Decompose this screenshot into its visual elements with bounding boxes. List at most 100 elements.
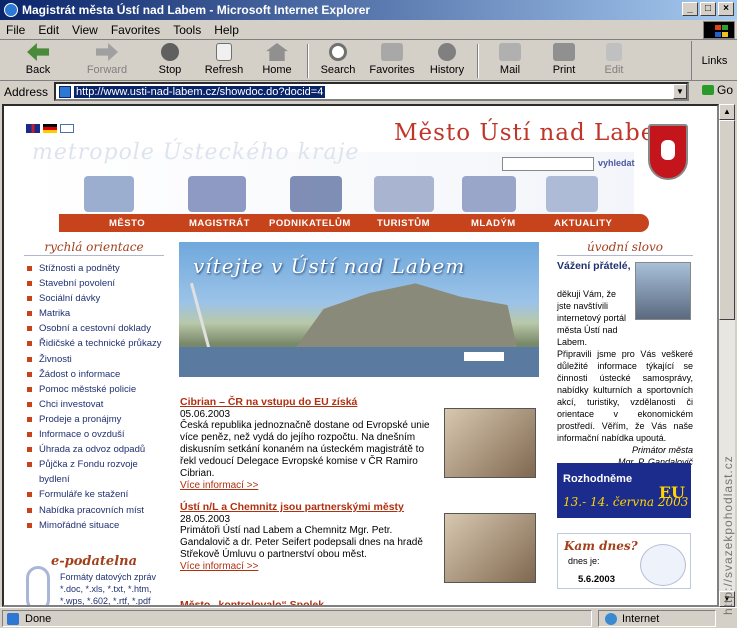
- news-photo[interactable]: [444, 513, 536, 583]
- nav-magistrat[interactable]: MAGISTRÁT: [189, 218, 250, 229]
- news-text: Česká republika jednoznačně dostane od E…: [180, 420, 430, 479]
- address-input[interactable]: http://www.usti-nad-labem.cz/showdoc.do?…: [54, 82, 689, 101]
- site-header: metropole Ústeckého kraje Město Ústí nad…: [24, 114, 694, 232]
- boat-image: [464, 352, 504, 361]
- quick-link[interactable]: Stavební povolení: [24, 276, 164, 291]
- mayor-portrait: [635, 262, 691, 320]
- quick-link[interactable]: Stížnosti a podněty: [24, 261, 164, 276]
- scroll-thumb[interactable]: [719, 120, 735, 320]
- mail-button[interactable]: Mail: [482, 41, 538, 80]
- quick-link[interactable]: Sociální dávky: [24, 291, 164, 306]
- nav-mesto[interactable]: MĚSTO: [109, 218, 145, 229]
- english-flag-icon[interactable]: [26, 124, 40, 133]
- search-button[interactable]: Search: [312, 41, 364, 80]
- news-title[interactable]: Cibrian – ČR na vstupu do EU získá: [180, 396, 536, 408]
- german-flag-icon[interactable]: [43, 124, 57, 133]
- refresh-button[interactable]: Refresh: [198, 41, 250, 80]
- quick-link[interactable]: Prodeje a pronájmy: [24, 412, 164, 427]
- back-button[interactable]: Back: [4, 41, 72, 80]
- page-status-icon: [7, 612, 19, 625]
- paperclip-icon: [26, 566, 50, 605]
- site-title: Město Ústí nad Labem: [394, 120, 679, 146]
- address-url[interactable]: http://www.usti-nad-labem.cz/showdoc.do?…: [74, 85, 326, 98]
- quick-link[interactable]: Chci investovat: [24, 397, 164, 412]
- site-search-button[interactable]: vyhledat: [598, 158, 635, 168]
- news-photo[interactable]: [444, 408, 536, 478]
- edit-button[interactable]: Edit: [590, 41, 638, 80]
- printer-icon: [553, 43, 575, 61]
- menu-tools[interactable]: Tools: [173, 23, 201, 37]
- banner-title: vítejte v Ústí nad Labem: [193, 254, 466, 278]
- news-more-link[interactable]: Více informací >>: [180, 480, 536, 491]
- favorites-button[interactable]: Favorites: [364, 41, 420, 80]
- status-text: Done: [25, 612, 52, 625]
- home-button[interactable]: Home: [250, 41, 304, 80]
- address-dropdown-button[interactable]: ▼: [673, 84, 687, 99]
- eu-stars-logo: EU: [658, 483, 685, 502]
- welcome-title: úvodní slovo: [557, 240, 693, 256]
- scroll-up-button[interactable]: ▲: [719, 104, 735, 120]
- site-search-input[interactable]: [502, 157, 594, 171]
- go-button[interactable]: Go: [701, 83, 733, 97]
- city-coat-of-arms-icon: [648, 124, 688, 180]
- mayor-title: Primátor města: [631, 445, 693, 455]
- windows-logo-icon: [703, 21, 735, 39]
- briefcase-illustration-icon: [290, 176, 342, 212]
- stop-button[interactable]: Stop: [142, 41, 198, 80]
- forward-button[interactable]: Forward: [72, 41, 142, 80]
- e-podatelna-title[interactable]: e-podatelna: [24, 554, 164, 569]
- page-viewport[interactable]: metropole Ústeckého kraje Město Ústí nad…: [2, 104, 719, 607]
- menu-bar: File Edit View Favorites Tools Help: [0, 20, 737, 40]
- menu-edit[interactable]: Edit: [38, 23, 59, 37]
- quick-link[interactable]: Živnosti: [24, 352, 164, 367]
- camera-illustration-icon: [374, 176, 434, 212]
- welcome-banner: vítejte v Ústí nad Labem: [179, 242, 539, 377]
- quick-link[interactable]: Formuláře ke stažení: [24, 487, 164, 502]
- home-icon: [266, 43, 288, 61]
- minimize-button[interactable]: _: [682, 2, 698, 16]
- close-button[interactable]: ×: [718, 2, 734, 16]
- globe-icon: [640, 544, 686, 586]
- quick-link[interactable]: Žádost o informace: [24, 367, 164, 382]
- quick-link[interactable]: Osobní a cestovní doklady: [24, 321, 164, 336]
- kam-dnes-box[interactable]: Kam dnes? dnes je: 5.6.2003: [557, 533, 691, 589]
- links-toolbar[interactable]: Links: [691, 41, 737, 81]
- quick-link[interactable]: Půjčka z Fondu rozvoje bydlení: [24, 457, 164, 487]
- quick-link[interactable]: Informace o ovzduší: [24, 427, 164, 442]
- e-podatelna: e-podatelna Formáty datových zpráv *.doc…: [24, 554, 164, 605]
- quick-link[interactable]: Nabídka pracovních míst: [24, 503, 164, 518]
- window-titlebar: Magistrát města Ústí nad Labem - Microso…: [0, 0, 737, 20]
- news-title[interactable]: Město „kontrolovalo“ Spolek: [180, 599, 324, 605]
- quick-link[interactable]: Matrika: [24, 306, 164, 321]
- edit-icon: [606, 43, 622, 61]
- menu-help[interactable]: Help: [214, 23, 239, 37]
- back-arrow-icon: [27, 43, 49, 61]
- site-navigation: MĚSTO MAGISTRÁT PODNIKATELŮM TURISTŮM ML…: [59, 214, 649, 232]
- quick-link[interactable]: Mimořádné situace: [24, 518, 164, 533]
- stop-icon: [161, 43, 179, 61]
- news-illustration-icon: [546, 176, 598, 212]
- history-button[interactable]: History: [420, 41, 474, 80]
- page-icon: [59, 85, 71, 98]
- menu-favorites[interactable]: Favorites: [111, 23, 160, 37]
- quick-link[interactable]: Pomoc městské policie: [24, 382, 164, 397]
- favorites-folder-icon: [381, 43, 403, 61]
- nav-mladym[interactable]: MLADÝM: [471, 218, 516, 229]
- nav-aktuality[interactable]: AKTUALITY: [554, 218, 612, 229]
- toolbar-separator: [477, 44, 479, 78]
- menu-file[interactable]: File: [6, 23, 25, 37]
- bridge-illustration-icon: [84, 176, 134, 212]
- home-link-icon[interactable]: [60, 124, 74, 133]
- news-item: Cibrian – ČR na vstupu do EU získá 05.06…: [180, 396, 536, 491]
- nav-podnikatelum[interactable]: PODNIKATELŮM: [269, 218, 351, 229]
- maximize-button[interactable]: □: [700, 2, 716, 16]
- print-button[interactable]: Print: [538, 41, 590, 80]
- quick-link[interactable]: Úhrada za odvoz odpadů: [24, 442, 164, 457]
- window-title: Magistrát města Ústí nad Labem - Microso…: [22, 3, 371, 17]
- news-title[interactable]: Ústí n/L a Chemnitz jsou partnerskými mě…: [180, 501, 536, 513]
- quick-link[interactable]: Řidičské a technické průkazy: [24, 336, 164, 351]
- go-arrow-icon: [701, 85, 714, 95]
- eu-referendum-banner[interactable]: Rozhodněme 13.- 14. června 2003 EU: [557, 463, 691, 518]
- menu-view[interactable]: View: [72, 23, 98, 37]
- nav-turistum[interactable]: TURISTŮM: [377, 218, 430, 229]
